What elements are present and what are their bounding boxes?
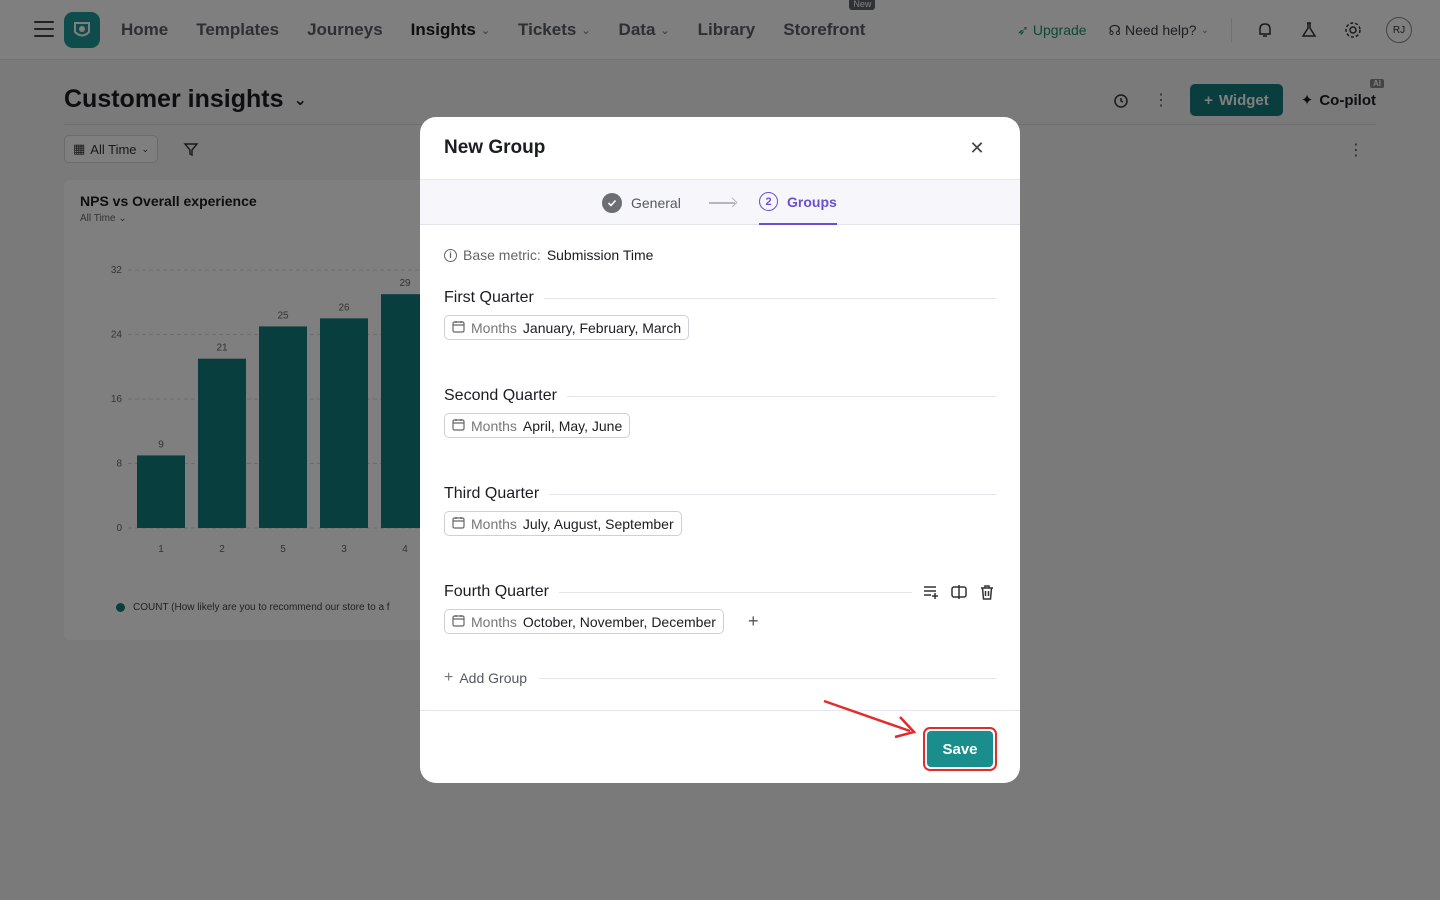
- calendar-icon: [452, 614, 465, 630]
- info-icon: i: [444, 248, 457, 262]
- months-condition-chip[interactable]: Months January, February, March: [444, 315, 690, 340]
- divider: [539, 677, 996, 679]
- calendar-icon: [452, 418, 465, 434]
- modal-footer: Save: [420, 710, 1020, 783]
- divider: [566, 395, 996, 397]
- group-first-quarter: First Quarter Months January, February, …: [444, 287, 996, 340]
- divider: [558, 591, 912, 593]
- group-second-quarter: Second Quarter Months April, May, June: [444, 385, 996, 438]
- group-third-quarter: Third Quarter Months July, August, Septe…: [444, 483, 996, 536]
- arrow-right-icon: [709, 202, 735, 204]
- new-group-modal: New Group ✕ General 2 Groups i Base metr…: [420, 117, 1020, 783]
- months-condition-chip[interactable]: Months October, November, December: [444, 609, 724, 634]
- modal-title: New Group: [444, 137, 546, 158]
- trash-icon[interactable]: [978, 583, 996, 601]
- annotation-arrow-icon: [823, 699, 917, 739]
- check-icon: [602, 192, 622, 213]
- save-button-label: Save: [927, 731, 993, 767]
- group-fourth-quarter: Fourth Quarter Months October, November,…: [444, 581, 996, 634]
- add-condition-icon[interactable]: [922, 583, 940, 601]
- months-condition-chip[interactable]: Months July, August, September: [444, 511, 682, 536]
- group-name[interactable]: Third Quarter: [444, 485, 549, 503]
- add-group-button[interactable]: + Add Group: [444, 667, 996, 689]
- step-groups[interactable]: 2 Groups: [759, 180, 837, 225]
- step-number: 2: [759, 192, 778, 211]
- base-metric: i Base metric: Submission Time: [444, 247, 653, 263]
- close-icon[interactable]: ✕: [968, 139, 986, 157]
- plus-icon: +: [444, 669, 454, 686]
- step-general[interactable]: General: [602, 180, 681, 225]
- group-name[interactable]: Fourth Quarter: [444, 583, 559, 601]
- divider: [543, 297, 996, 299]
- group-name[interactable]: Second Quarter: [444, 387, 567, 405]
- calendar-icon: [452, 320, 465, 336]
- months-condition-chip[interactable]: Months April, May, June: [444, 413, 631, 438]
- modal-header: New Group ✕: [420, 117, 1020, 180]
- calendar-icon: [452, 516, 465, 532]
- save-button[interactable]: Save: [923, 727, 997, 771]
- add-condition-plus-icon[interactable]: +: [748, 609, 759, 634]
- divider: [549, 493, 996, 495]
- stepper: General 2 Groups: [420, 180, 1020, 225]
- group-tools: [912, 583, 996, 601]
- split-icon[interactable]: [950, 583, 968, 601]
- group-name[interactable]: First Quarter: [444, 289, 544, 307]
